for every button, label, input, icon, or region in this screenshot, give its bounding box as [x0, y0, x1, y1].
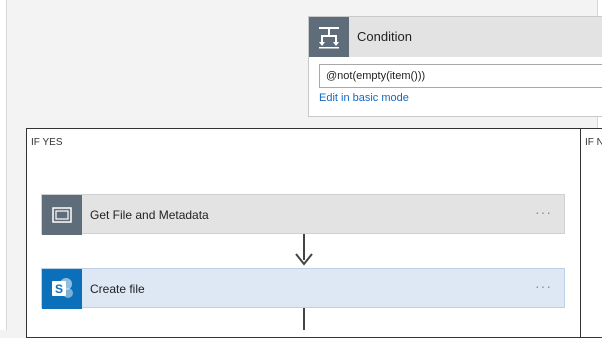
arrow-down-icon: [295, 253, 313, 266]
condition-icon: [309, 17, 349, 57]
if-no-label: IF NO: [585, 137, 602, 148]
if-yes-label: IF YES: [31, 137, 63, 148]
svg-text:S: S: [55, 282, 63, 296]
sharepoint-icon: S: [42, 269, 82, 309]
action-title: Create file: [90, 282, 145, 296]
condition-title: Condition: [357, 29, 412, 44]
edit-in-basic-mode-link[interactable]: Edit in basic mode: [319, 92, 409, 104]
file-metadata-icon: [42, 195, 82, 235]
condition-header[interactable]: Condition: [309, 17, 602, 57]
more-options-icon[interactable]: ···: [535, 278, 552, 294]
condition-card: Condition Edit in basic mode: [308, 16, 602, 117]
connector-line: [303, 308, 305, 330]
left-frame-edge: [0, 0, 7, 330]
action-card-get-file-metadata[interactable]: Get File and Metadata ···: [41, 194, 565, 235]
condition-expression-input[interactable]: [319, 64, 602, 88]
more-options-icon[interactable]: ···: [535, 204, 552, 220]
action-card-create-file[interactable]: S Create file ···: [41, 268, 565, 309]
action-title: Get File and Metadata: [90, 208, 209, 222]
if-no-branch: IF NO: [580, 128, 602, 338]
